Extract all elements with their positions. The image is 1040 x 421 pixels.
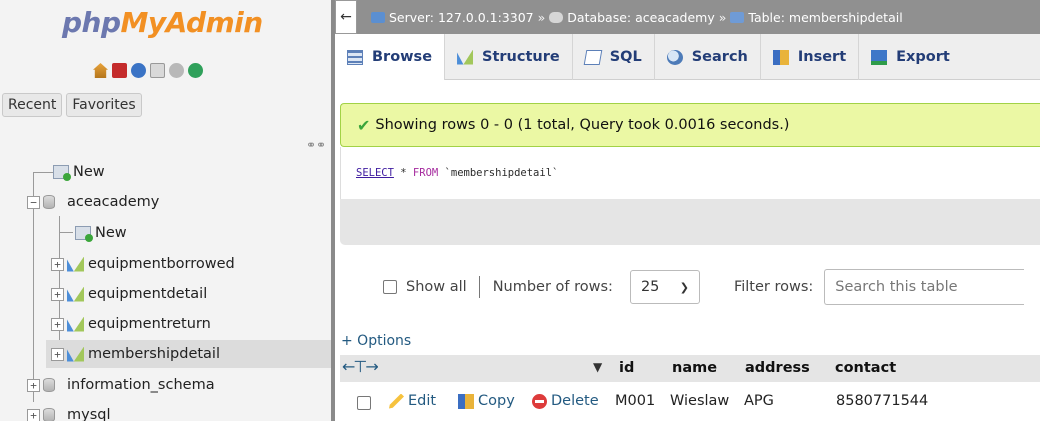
search-icon (666, 49, 683, 65)
new-icon (53, 165, 71, 181)
column-header-name[interactable]: name (672, 360, 717, 376)
tree-item-membershipdetail[interactable]: + membershipdetail (46, 340, 331, 368)
rows-per-page-select[interactable]: 25 ❯ (629, 270, 700, 304)
database-icon (43, 408, 55, 421)
pencil-icon (389, 393, 404, 409)
filter-rows-input[interactable] (824, 269, 1025, 305)
collapse-nav-button[interactable]: ← (335, 0, 357, 34)
divider (478, 276, 480, 298)
number-of-rows-label: Number of rows: (492, 279, 613, 295)
tree-item-equipmentreturn[interactable]: + equipmentreturn (51, 310, 211, 338)
documentation-icon[interactable] (150, 63, 165, 78)
delete-icon (532, 393, 547, 409)
logout-icon[interactable] (112, 63, 127, 78)
phpmyadmin-logo[interactable]: phpMyAdmin (62, 6, 263, 39)
navigation-panel: phpMyAdmin Recent Favorites ⚭⚭ New − ace… (0, 0, 331, 421)
nav-quick-icons (93, 63, 203, 78)
new-icon (75, 226, 93, 242)
table-icon (67, 256, 84, 272)
table-row: Edit Copy Delete M001 Wieslaw APG 858077… (340, 387, 1040, 417)
database-icon (43, 195, 55, 209)
breadcrumb: ← Server: 127.0.0.1:3307 » Database: ace… (335, 0, 1040, 34)
table-header: ←⊤→ ▼ id name address contact (340, 355, 1040, 382)
expand-icon[interactable]: + (51, 257, 64, 271)
table-icon (730, 11, 745, 23)
home-icon[interactable] (93, 63, 108, 78)
tree-item-new-database[interactable]: New (53, 158, 105, 186)
collapse-icon[interactable]: − (27, 195, 40, 209)
sql-query-box: SELECT * FROM `membershipdetail` (340, 147, 1040, 247)
tree-item-information-schema[interactable]: + information_schema (27, 371, 215, 399)
tab-browse[interactable]: Browse (335, 34, 446, 80)
breadcrumb-database[interactable]: Database: aceacademy (567, 10, 714, 25)
link-chain-icon[interactable]: ⚭⚭ (306, 138, 326, 152)
cell-contact: 8580771544 (836, 393, 929, 409)
show-all-control[interactable]: Show all (383, 279, 467, 295)
table-tabs: Browse Structure SQL Search Insert Expor… (335, 34, 1040, 80)
filter-rows-label: Filter rows: (733, 279, 814, 295)
column-header-contact[interactable]: contact (835, 360, 896, 376)
tab-search[interactable]: Search (655, 34, 761, 80)
chevron-down-icon: ❯ (679, 280, 689, 294)
insert-icon (772, 49, 789, 65)
help-icon[interactable] (131, 63, 146, 78)
expand-icon[interactable]: + (51, 317, 64, 331)
tree-item-aceacademy[interactable]: − aceacademy (27, 188, 159, 216)
show-all-checkbox[interactable] (383, 280, 397, 294)
expand-icon[interactable]: + (27, 408, 40, 421)
favorites-tab[interactable]: Favorites (66, 93, 142, 117)
reload-icon[interactable] (188, 63, 203, 78)
tab-sql[interactable]: SQL (573, 34, 655, 80)
edit-button[interactable]: Edit (389, 393, 436, 409)
message-text: Showing rows 0 - 0 (1 total, Query took … (375, 117, 790, 133)
database-icon (549, 11, 564, 23)
sort-dropdown-icon[interactable]: ▼ (593, 360, 602, 374)
table-icon (67, 346, 84, 362)
copy-button[interactable]: Copy (458, 393, 515, 409)
table-icon (67, 316, 84, 332)
column-header-address[interactable]: address (745, 360, 810, 376)
cell-id: M001 (615, 393, 656, 409)
cell-address: APG (744, 393, 774, 409)
tab-insert[interactable]: Insert (761, 34, 860, 80)
database-icon (43, 378, 55, 392)
sql-select-keyword[interactable]: SELECT (356, 167, 394, 179)
tree-item-new-table[interactable]: New (75, 219, 127, 247)
expand-icon[interactable]: + (51, 347, 64, 361)
browse-icon (347, 49, 363, 65)
options-link[interactable]: + Options (341, 333, 411, 349)
tree-item-equipmentdetail[interactable]: + equipmentdetail (51, 280, 207, 308)
tree-item-mysql[interactable]: + mysql (27, 401, 111, 421)
sql-query-toolbar (340, 199, 1040, 245)
expand-icon[interactable]: + (51, 287, 64, 301)
table-icon (67, 286, 84, 302)
recent-favorites-tabs: Recent Favorites (2, 93, 142, 117)
column-arrows-icon[interactable]: ←⊤→ (342, 357, 379, 376)
expand-icon[interactable]: + (27, 378, 40, 392)
checkmark-icon: ✔ (357, 115, 371, 135)
tree-line (59, 232, 73, 233)
sql-query-code: SELECT * FROM `membershipdetail` (340, 147, 1040, 199)
row-checkbox[interactable] (357, 396, 371, 410)
cell-name: Wieslaw (670, 393, 730, 409)
tab-structure[interactable]: Structure (445, 34, 573, 80)
tree-line (33, 172, 53, 173)
copy-icon (458, 393, 474, 409)
navigation-controls: Show all Number of rows: 25 ❯ Filter row… (340, 267, 1040, 307)
settings-gear-icon[interactable] (169, 63, 184, 78)
recent-tab[interactable]: Recent (2, 93, 63, 117)
breadcrumb-server[interactable]: Server: 127.0.0.1:3307 (389, 10, 534, 25)
server-icon (371, 11, 385, 23)
column-header-id[interactable]: id (619, 360, 634, 376)
structure-icon (457, 49, 474, 65)
tree-item-equipmentborrowed[interactable]: + equipmentborrowed (51, 250, 235, 278)
tab-export[interactable]: Export (859, 34, 962, 80)
export-icon (871, 49, 888, 65)
sql-icon (583, 49, 603, 65)
success-message: ✔ Showing rows 0 - 0 (1 total, Query too… (340, 103, 1040, 147)
delete-button[interactable]: Delete (532, 393, 599, 409)
breadcrumb-table[interactable]: Table: membershipdetail (748, 10, 902, 25)
